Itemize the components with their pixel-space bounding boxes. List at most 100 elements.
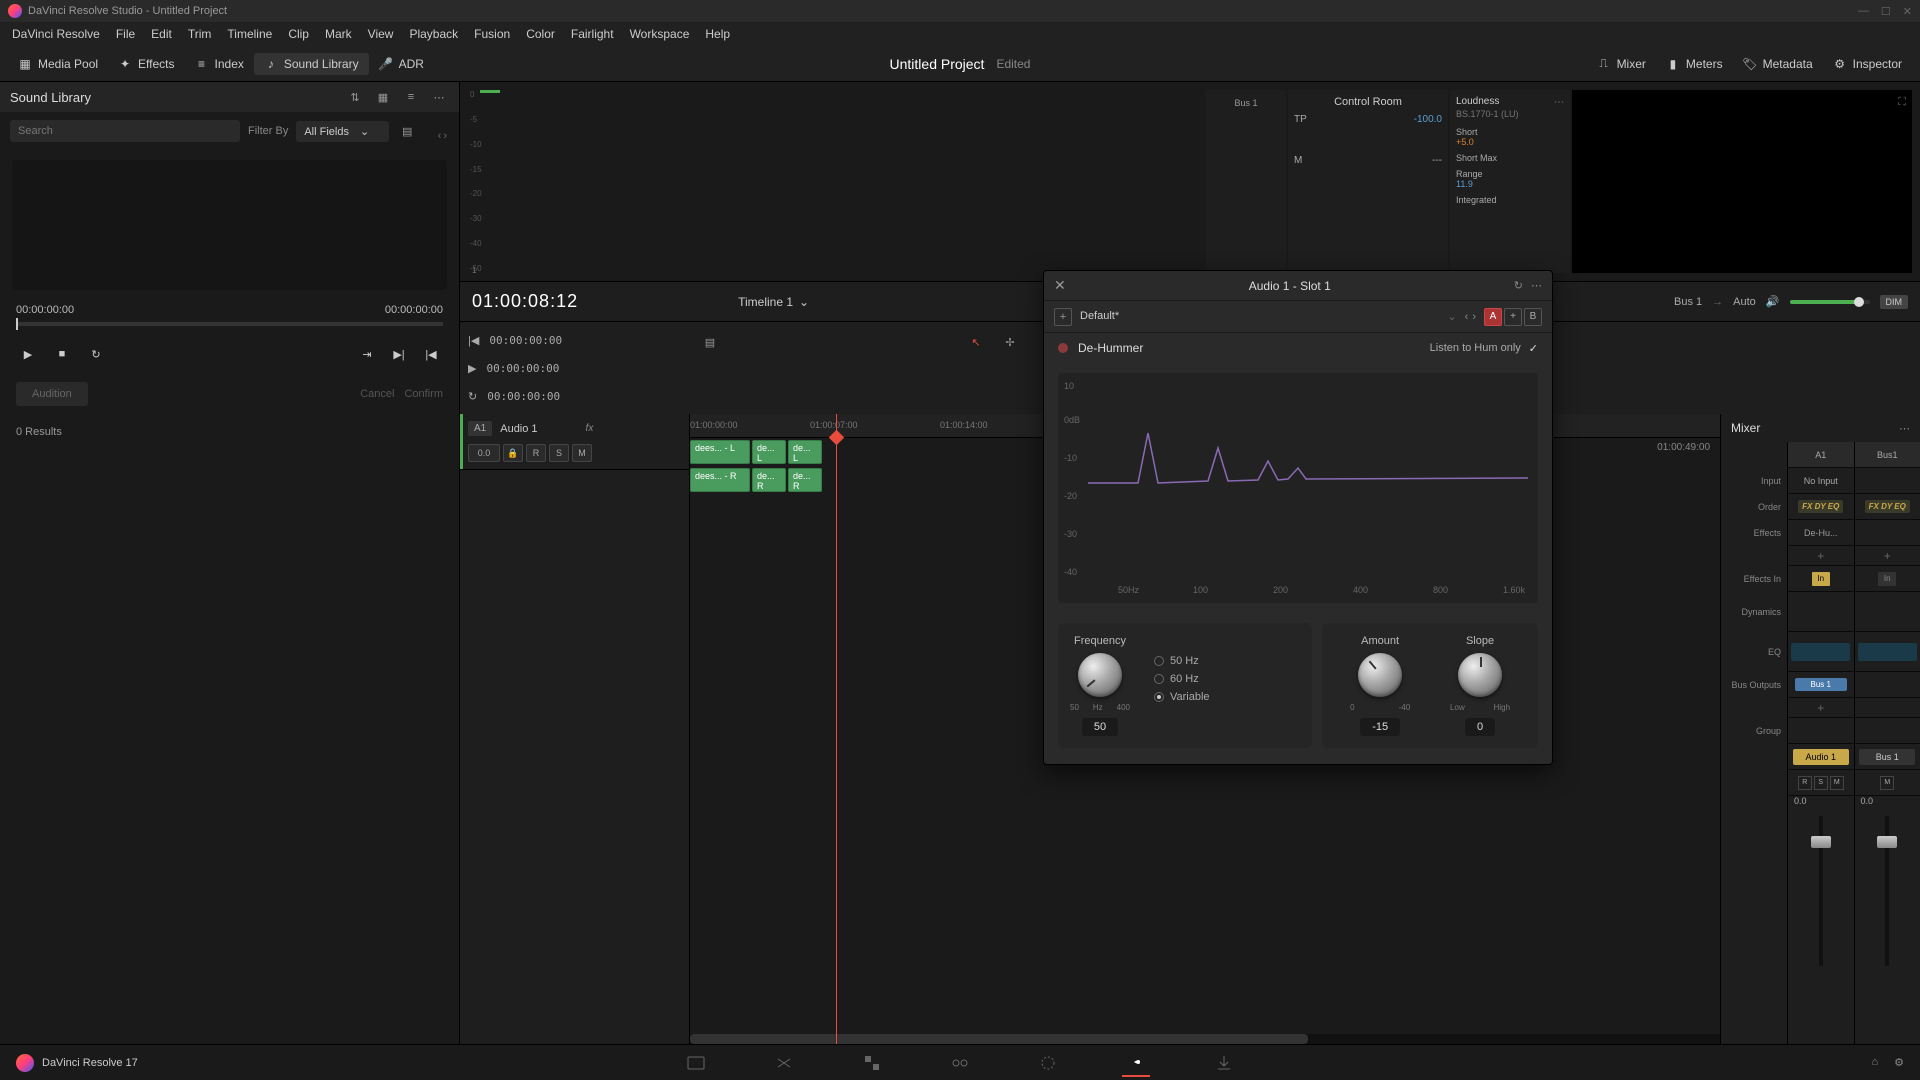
menu-item[interactable]: Workspace	[622, 27, 698, 41]
strip-effects-in[interactable]: In	[1855, 566, 1920, 592]
audio-clip[interactable]: de... R	[752, 468, 786, 492]
cancel-button[interactable]: Cancel	[360, 388, 394, 400]
menu-item[interactable]: Fairlight	[563, 27, 622, 41]
color-page-tab[interactable]	[1034, 1049, 1062, 1077]
popout-icon[interactable]: ⛶	[1898, 96, 1906, 109]
list-view-icon[interactable]: ≡	[401, 87, 421, 107]
plugin-enable-toggle[interactable]	[1058, 343, 1068, 353]
strip-order[interactable]: FX DY EQ	[1788, 494, 1854, 520]
monitor-volume-slider[interactable]	[1790, 300, 1870, 304]
strip-dynamics[interactable]	[1855, 592, 1920, 632]
compare-a-button[interactable]: A	[1484, 308, 1502, 326]
prev-button[interactable]: |◀	[468, 334, 479, 347]
strip-add-bus[interactable]: +	[1788, 698, 1854, 718]
slope-value[interactable]: 0	[1465, 718, 1495, 736]
timeline-options-icon[interactable]: ▤	[698, 330, 722, 354]
menu-item[interactable]: Playback	[401, 27, 466, 41]
track-mute-button[interactable]: M	[572, 444, 592, 462]
add-preset-button[interactable]: +	[1054, 308, 1072, 326]
next-icon[interactable]: ›	[443, 130, 447, 142]
strip-input[interactable]: No Input	[1788, 468, 1854, 494]
filter-options-icon[interactable]: ▤	[397, 121, 417, 141]
mixer-button[interactable]: ⎍Mixer	[1587, 53, 1656, 75]
menu-item[interactable]: Edit	[143, 27, 180, 41]
settings-icon[interactable]: ⚙	[1894, 1056, 1904, 1069]
grid-view-icon[interactable]: ▦	[373, 87, 393, 107]
minimize-icon[interactable]: —	[1858, 5, 1869, 18]
menu-item[interactable]: Trim	[180, 27, 220, 41]
freq-60hz-radio[interactable]: 60 Hz	[1154, 673, 1210, 685]
skip-fwd-icon[interactable]: ▶|	[387, 342, 411, 366]
menu-item[interactable]: File	[108, 27, 143, 41]
strip-bus-out[interactable]: Bus 1	[1788, 672, 1854, 698]
close-icon[interactable]: ✕	[1903, 5, 1912, 18]
track-record-button[interactable]: R	[526, 444, 546, 462]
home-icon[interactable]: ⌂	[1871, 1056, 1878, 1069]
track-lock-button[interactable]: 🔒	[503, 444, 523, 462]
in-timecode[interactable]: 00:00:00:00	[489, 334, 562, 347]
media-pool-button[interactable]: ▦Media Pool	[8, 53, 108, 75]
strip-eq[interactable]	[1788, 632, 1854, 672]
meters-button[interactable]: ▮Meters	[1656, 53, 1733, 75]
mute-button[interactable]: M	[1880, 776, 1894, 790]
media-page-tab[interactable]	[682, 1049, 710, 1077]
strip-effect[interactable]: De-Hu...	[1788, 520, 1854, 546]
playhead[interactable]	[836, 414, 837, 1044]
prev-preset-button[interactable]: ‹	[1465, 311, 1469, 323]
frequency-knob[interactable]	[1078, 653, 1122, 697]
pointer-tool-icon[interactable]: ↖	[964, 330, 988, 354]
more-icon[interactable]: ⋯	[1899, 422, 1910, 435]
edit-page-tab[interactable]	[858, 1049, 886, 1077]
menu-item[interactable]: Timeline	[219, 27, 280, 41]
compare-copy-button[interactable]: +	[1504, 308, 1522, 326]
adr-button[interactable]: 🎤ADR	[369, 53, 434, 75]
slope-knob[interactable]	[1458, 653, 1502, 697]
preset-selector[interactable]: Default*⌄	[1080, 310, 1457, 323]
track-header[interactable]: A1 Audio 1 fx 0.0 🔒 R S M	[460, 414, 689, 470]
more-icon[interactable]: ⋯	[1531, 279, 1542, 292]
amount-value[interactable]: -15	[1360, 718, 1400, 736]
metadata-button[interactable]: 🏷Metadata	[1733, 53, 1823, 75]
menu-item[interactable]: Clip	[280, 27, 317, 41]
listen-checkbox[interactable]: ✓	[1529, 342, 1538, 355]
compare-b-button[interactable]: B	[1524, 308, 1542, 326]
loop-button[interactable]: ↻	[84, 342, 108, 366]
prev-icon[interactable]: ‹	[438, 130, 442, 142]
next-preset-button[interactable]: ›	[1472, 311, 1476, 323]
track-level[interactable]: 0.0	[468, 444, 500, 462]
monitor-bus[interactable]: Bus 1	[1674, 296, 1702, 308]
fusion-page-tab[interactable]	[946, 1049, 974, 1077]
audio-clip[interactable]: dees... - L	[690, 440, 750, 464]
amount-knob[interactable]	[1358, 653, 1402, 697]
strip-fader[interactable]	[1788, 806, 1854, 1044]
timecode-display[interactable]: 01:00:08:12	[472, 291, 578, 312]
strip-add-effect[interactable]: +	[1855, 546, 1920, 566]
fairlight-page-tab[interactable]	[1122, 1049, 1150, 1077]
strip-order[interactable]: FX DY EQ	[1855, 494, 1920, 520]
audio-clip[interactable]: de... L	[752, 440, 786, 464]
dur-timecode[interactable]: 00:00:00:00	[487, 390, 560, 403]
marker-tool-icon[interactable]: ✢	[998, 330, 1022, 354]
timeline-scrollbar[interactable]	[690, 1034, 1720, 1044]
strip-add-bus[interactable]	[1855, 698, 1920, 718]
sort-icon[interactable]: ⇅	[345, 87, 365, 107]
record-button[interactable]: R	[1798, 776, 1812, 790]
preview-scrubber[interactable]	[16, 322, 443, 326]
strip-input[interactable]	[1855, 468, 1920, 494]
menu-item[interactable]: Mark	[317, 27, 360, 41]
cut-page-tab[interactable]	[770, 1049, 798, 1077]
strip-bus-out[interactable]	[1855, 672, 1920, 698]
search-input[interactable]	[10, 120, 240, 142]
menu-item[interactable]: View	[360, 27, 402, 41]
freq-50hz-radio[interactable]: 50 Hz	[1154, 655, 1210, 667]
mute-button[interactable]: M	[1830, 776, 1844, 790]
strip-effect[interactable]	[1855, 520, 1920, 546]
track-solo-button[interactable]: S	[549, 444, 569, 462]
maximize-icon[interactable]: ☐	[1881, 5, 1891, 18]
confirm-button[interactable]: Confirm	[404, 388, 443, 400]
play-button[interactable]: ▶	[468, 362, 476, 375]
audio-clip[interactable]: dees... - R	[690, 468, 750, 492]
loop-button[interactable]: ↻	[468, 390, 477, 403]
menu-item[interactable]: Fusion	[466, 27, 518, 41]
freq-variable-radio[interactable]: Variable	[1154, 691, 1210, 703]
